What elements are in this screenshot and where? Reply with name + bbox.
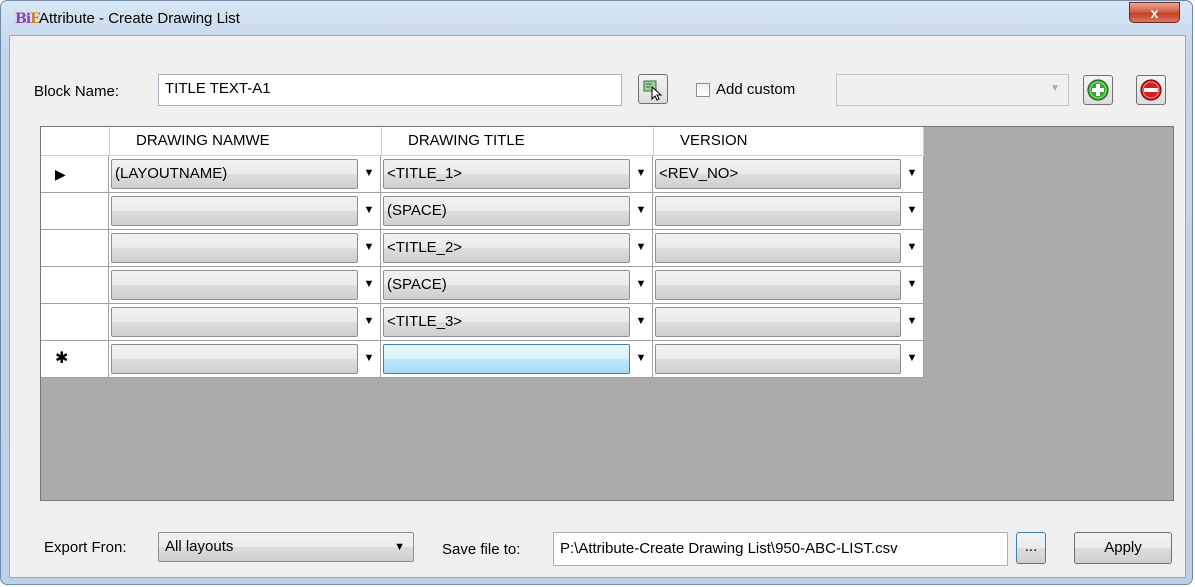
drawing-name-combo[interactable] xyxy=(111,270,358,300)
grid-cell[interactable]: ▼ xyxy=(653,230,924,267)
dropdown-arrow-icon[interactable]: ▼ xyxy=(632,196,650,226)
grid-cell[interactable]: (LAYOUTNAME) ▼ xyxy=(109,156,381,193)
grid-corner-header[interactable] xyxy=(41,127,110,156)
grid-cell[interactable]: ▼ xyxy=(109,304,381,341)
version-combo[interactable] xyxy=(655,270,901,300)
save-file-label: Save file to: xyxy=(442,541,521,558)
row-header[interactable] xyxy=(41,230,109,267)
title-bar[interactable]: BiE Attribute - Create Drawing List x xyxy=(1,1,1192,35)
dropdown-arrow-icon[interactable]: ▼ xyxy=(903,159,921,189)
export-from-select[interactable]: All layouts ▼ xyxy=(158,532,414,562)
export-from-value: All layouts xyxy=(165,538,234,555)
dropdown-arrow-icon[interactable]: ▼ xyxy=(903,233,921,263)
dropdown-arrow-icon[interactable]: ▼ xyxy=(360,196,378,226)
remove-button[interactable] xyxy=(1136,75,1166,105)
row-header[interactable] xyxy=(41,267,109,304)
column-header-version[interactable]: VERSION xyxy=(654,127,924,156)
version-combo[interactable] xyxy=(655,196,901,226)
new-row-header[interactable]: ✱ xyxy=(41,341,109,378)
grid-cell[interactable]: ▼ xyxy=(109,193,381,230)
dialog-client-area: Block Name: TITLE TEXT-A1 Add custom ▼ D… xyxy=(9,35,1186,578)
block-name-input[interactable]: TITLE TEXT-A1 xyxy=(158,74,622,106)
grid-cell[interactable]: (SPACE) ▼ xyxy=(381,267,653,304)
version-combo[interactable] xyxy=(655,344,901,374)
add-button[interactable] xyxy=(1083,75,1113,105)
drawing-list-grid[interactable]: DRAWING NAMWE DRAWING TITLE VERSION ▶ (L… xyxy=(40,126,1174,501)
drawing-title-combo[interactable]: (SPACE) xyxy=(383,196,630,226)
browse-button[interactable]: ... xyxy=(1016,532,1046,564)
remove-icon xyxy=(1140,79,1162,101)
grid-cell[interactable]: ▼ xyxy=(381,341,653,378)
dropdown-arrow-icon[interactable]: ▼ xyxy=(360,233,378,263)
dropdown-arrow-icon[interactable]: ▼ xyxy=(360,307,378,337)
apply-button[interactable]: Apply xyxy=(1074,532,1172,564)
grid-cell[interactable]: (SPACE) ▼ xyxy=(381,193,653,230)
grid-cell[interactable]: ▼ xyxy=(653,267,924,304)
drawing-name-combo[interactable] xyxy=(111,196,358,226)
column-header-drawing-title[interactable]: DRAWING TITLE xyxy=(382,127,654,156)
drawing-name-combo[interactable] xyxy=(111,233,358,263)
drawing-title-combo[interactable]: <TITLE_2> xyxy=(383,233,630,263)
chevron-down-icon: ▼ xyxy=(394,541,405,553)
grid-cell[interactable]: ▼ xyxy=(653,341,924,378)
grid-cell[interactable]: ▼ xyxy=(109,267,381,304)
drawing-title-combo[interactable]: (SPACE) xyxy=(383,270,630,300)
dropdown-arrow-icon[interactable]: ▼ xyxy=(360,159,378,189)
dropdown-arrow-icon[interactable]: ▼ xyxy=(903,196,921,226)
dropdown-arrow-icon[interactable]: ▼ xyxy=(632,270,650,300)
dropdown-arrow-icon[interactable]: ▼ xyxy=(632,159,650,189)
version-combo[interactable] xyxy=(655,233,901,263)
dialog-window: BiE Attribute - Create Drawing List x Bl… xyxy=(0,0,1193,585)
custom-attribute-select[interactable]: ▼ xyxy=(836,74,1069,106)
export-from-label: Export Fron: xyxy=(44,539,127,556)
close-button[interactable]: x xyxy=(1129,2,1180,23)
chevron-down-icon: ▼ xyxy=(1050,83,1060,94)
drawing-title-combo[interactable]: <TITLE_1> xyxy=(383,159,630,189)
row-header[interactable] xyxy=(41,193,109,230)
dropdown-arrow-icon[interactable]: ▼ xyxy=(903,270,921,300)
select-block-icon xyxy=(643,80,663,101)
add-custom-checkbox[interactable] xyxy=(696,83,710,97)
dropdown-arrow-icon[interactable]: ▼ xyxy=(632,233,650,263)
dropdown-arrow-icon[interactable]: ▼ xyxy=(632,344,650,374)
app-icon: BiE xyxy=(15,11,41,27)
block-name-label: Block Name: xyxy=(34,83,120,100)
grid-cell[interactable]: ▼ xyxy=(653,304,924,341)
grid-cell[interactable]: <REV_NO> ▼ xyxy=(653,156,924,193)
drawing-name-combo[interactable]: (LAYOUTNAME) xyxy=(111,159,358,189)
select-block-button[interactable] xyxy=(638,74,668,104)
dropdown-arrow-icon[interactable]: ▼ xyxy=(903,307,921,337)
grid-cell[interactable]: ▼ xyxy=(109,230,381,267)
row-header[interactable]: ▶ xyxy=(41,156,109,193)
drawing-name-combo[interactable] xyxy=(111,344,358,374)
save-file-path-input[interactable]: P:\Attribute-Create Drawing List\950-ABC… xyxy=(553,532,1008,566)
drawing-title-combo[interactable]: <TITLE_3> xyxy=(383,307,630,337)
grid-cell[interactable]: <TITLE_1> ▼ xyxy=(381,156,653,193)
version-combo[interactable] xyxy=(655,307,901,337)
drawing-name-combo[interactable] xyxy=(111,307,358,337)
column-header-drawing-name[interactable]: DRAWING NAMWE xyxy=(110,127,382,156)
dropdown-arrow-icon[interactable]: ▼ xyxy=(632,307,650,337)
grid-cell[interactable]: ▼ xyxy=(109,341,381,378)
grid-cell[interactable]: <TITLE_2> ▼ xyxy=(381,230,653,267)
grid-cell[interactable]: ▼ xyxy=(653,193,924,230)
dropdown-arrow-icon[interactable]: ▼ xyxy=(360,270,378,300)
add-custom-label: Add custom xyxy=(716,81,796,98)
dropdown-arrow-icon[interactable]: ▼ xyxy=(360,344,378,374)
row-header[interactable] xyxy=(41,304,109,341)
grid-cell[interactable]: <TITLE_3> ▼ xyxy=(381,304,653,341)
dropdown-arrow-icon[interactable]: ▼ xyxy=(903,344,921,374)
add-icon xyxy=(1087,79,1109,101)
window-title: Attribute - Create Drawing List xyxy=(39,10,240,27)
version-combo[interactable]: <REV_NO> xyxy=(655,159,901,189)
drawing-title-combo[interactable] xyxy=(383,344,630,374)
